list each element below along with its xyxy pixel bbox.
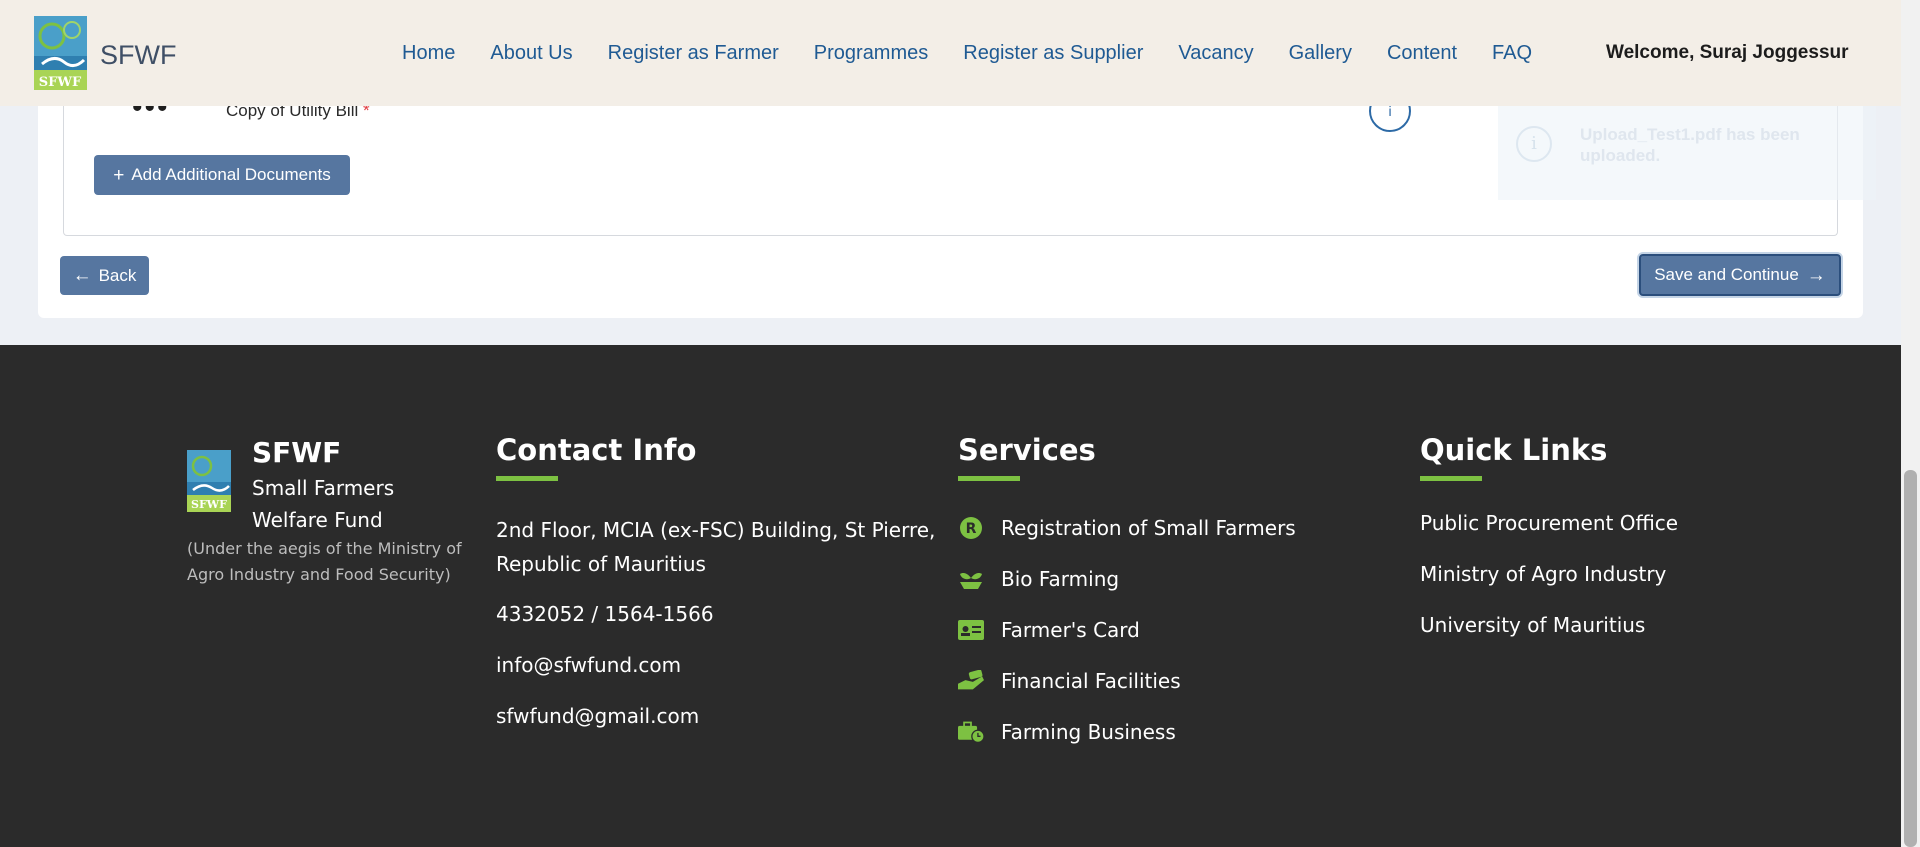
- nav-register-supplier[interactable]: Register as Supplier: [963, 42, 1143, 65]
- arrow-left-icon: ←: [72, 265, 92, 286]
- svg-text:R: R: [966, 521, 977, 537]
- footer-subtitle-line1: Small Farmers: [252, 476, 395, 500]
- quick-link[interactable]: Public Procurement Office: [1420, 511, 1678, 545]
- contact-section: Contact Info 2nd Floor, MCIA (ex-FSC) Bu…: [496, 433, 966, 733]
- page-scrollbar[interactable]: [1901, 0, 1920, 847]
- registered-icon: R: [958, 516, 984, 540]
- footer-subtitle-line2: Welfare Fund: [252, 508, 383, 532]
- footer-aegis: (Under the aegis of the Ministry of Agro…: [187, 539, 462, 584]
- site-brand[interactable]: SFWF: [100, 40, 176, 71]
- toast-message: Upload_Test1.pdf has been uploaded.: [1580, 125, 1800, 165]
- service-label: Financial Facilities: [1001, 669, 1181, 693]
- services-section: Services R Registration of Small Farmers…: [958, 433, 1296, 766]
- service-item[interactable]: Financial Facilities: [958, 664, 1296, 698]
- footer-logo: SFWF: [187, 450, 231, 512]
- contact-phone[interactable]: 4332052 / 1564-1566: [496, 597, 966, 631]
- welcome-user[interactable]: Welcome, Suraj Joggessur: [1606, 42, 1849, 64]
- service-item[interactable]: Bio Farming: [958, 562, 1296, 596]
- heading-underline: [496, 476, 558, 481]
- nav-content[interactable]: Content: [1387, 42, 1457, 65]
- svg-text:SFWF: SFWF: [39, 75, 82, 90]
- services-heading: Services: [958, 433, 1096, 467]
- upload-toast: i Upload_Test1.pdf has been uploaded.: [1498, 106, 1876, 200]
- scrollbar-thumb[interactable]: [1904, 470, 1917, 847]
- footer-subtitle: Small Farmers Welfare Fund: [252, 472, 432, 536]
- plus-icon: +: [113, 164, 125, 186]
- contact-email-2[interactable]: sfwfund@gmail.com: [496, 699, 966, 733]
- service-label: Bio Farming: [1001, 567, 1120, 591]
- service-label: Farmer's Card: [1001, 618, 1140, 642]
- nav-faq[interactable]: FAQ: [1492, 42, 1532, 65]
- nav-about-us[interactable]: About Us: [490, 42, 572, 65]
- nav-gallery[interactable]: Gallery: [1289, 42, 1352, 65]
- contact-address: 2nd Floor, MCIA (ex-FSC) Building, St Pi…: [496, 518, 936, 576]
- top-navbar: SFWF SFWF Home About Us Register as Farm…: [0, 0, 1901, 106]
- heading-underline: [958, 476, 1020, 481]
- nav-home[interactable]: Home: [402, 42, 455, 65]
- quick-link[interactable]: University of Mauritius: [1420, 613, 1678, 647]
- quick-links-heading: Quick Links: [1420, 433, 1608, 467]
- heading-underline: [1420, 476, 1482, 481]
- add-documents-label: Add Additional Documents: [131, 165, 331, 184]
- id-card-icon: [958, 620, 984, 640]
- site-footer: SFWF SFWF Small Farmers Welfare Fund (Un…: [0, 345, 1901, 847]
- hand-money-icon: [958, 670, 984, 692]
- sfwf-logo[interactable]: SFWF: [34, 16, 87, 90]
- seedling-icon: [958, 568, 984, 590]
- arrow-right-icon: →: [1806, 264, 1826, 286]
- info-icon: i: [1516, 126, 1552, 162]
- contact-heading: Contact Info: [496, 433, 697, 467]
- footer-brand: SFWF: [252, 436, 342, 469]
- save-label: Save and Continue: [1654, 265, 1799, 284]
- service-item[interactable]: Farmer's Card: [958, 613, 1296, 647]
- service-label: Registration of Small Farmers: [1001, 516, 1296, 540]
- quick-link[interactable]: Ministry of Agro Industry: [1420, 562, 1678, 596]
- service-label: Farming Business: [1001, 720, 1176, 744]
- svg-text:SFWF: SFWF: [191, 498, 227, 511]
- nav-register-farmer[interactable]: Register as Farmer: [608, 42, 779, 65]
- main-nav: Home About Us Register as Farmer Program…: [402, 42, 1567, 65]
- service-item[interactable]: R Registration of Small Farmers: [958, 511, 1296, 545]
- back-label: Back: [98, 265, 137, 285]
- nav-vacancy[interactable]: Vacancy: [1178, 42, 1253, 65]
- briefcase-clock-icon: [958, 720, 984, 744]
- save-continue-button[interactable]: Save and Continue →: [1639, 254, 1841, 296]
- back-button[interactable]: ← Back: [60, 256, 149, 295]
- quick-links-section: Quick Links Public Procurement Office Mi…: [1420, 433, 1678, 664]
- add-documents-button[interactable]: + Add Additional Documents: [94, 155, 350, 195]
- contact-email-1[interactable]: info@sfwfund.com: [496, 648, 966, 682]
- nav-programmes[interactable]: Programmes: [814, 42, 928, 65]
- service-item[interactable]: Farming Business: [958, 715, 1296, 749]
